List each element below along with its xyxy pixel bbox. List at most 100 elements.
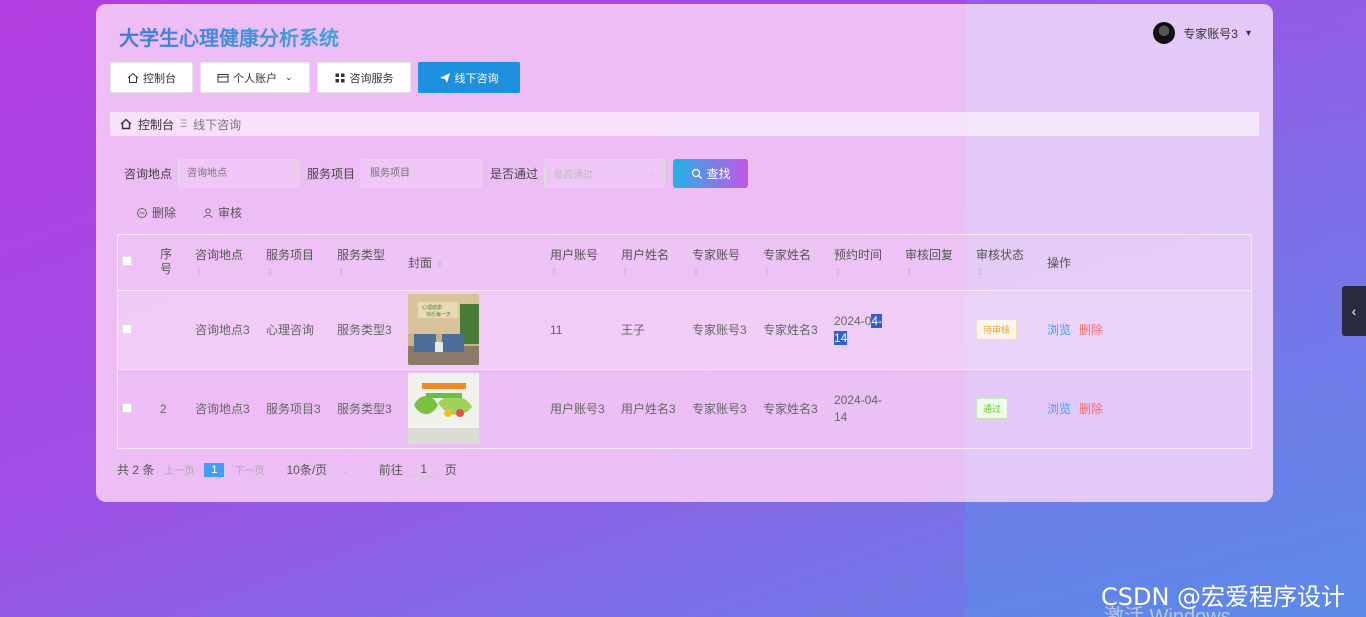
cell-actions: 浏览 删除 bbox=[1043, 290, 1251, 369]
avatar[interactable] bbox=[1153, 22, 1176, 44]
caret-down-icon[interactable]: ▾ bbox=[1246, 28, 1251, 39]
sort-icon[interactable]: ⇕ bbox=[905, 267, 968, 278]
grid-icon bbox=[335, 73, 345, 82]
col-account[interactable]: 用户账号 ⇕ bbox=[546, 235, 617, 290]
nav-consult-label: 咨询服务 bbox=[349, 72, 394, 85]
pass-select-placeholder: 是否通过 bbox=[553, 170, 594, 181]
chevron-down-icon: ⌄ bbox=[341, 466, 349, 476]
col-username-label: 用户姓名 bbox=[621, 248, 670, 263]
breadcrumb-current: 线下咨询 bbox=[193, 117, 242, 132]
row-checkbox[interactable] bbox=[122, 402, 132, 413]
pass-select[interactable]: 是否通过 ⌄ bbox=[544, 159, 666, 188]
delete-link[interactable]: 删除 bbox=[1079, 402, 1103, 416]
cell-time: 2024-04- 14 bbox=[830, 290, 901, 369]
delete-button-label: 删除 bbox=[152, 206, 177, 220]
col-time-label: 预约时间 bbox=[834, 248, 883, 263]
view-link[interactable]: 浏览 bbox=[1047, 323, 1071, 337]
status-badge: 通过 bbox=[976, 398, 1009, 420]
selected-text: 14 bbox=[834, 330, 848, 345]
sort-icon[interactable]: ⇕ bbox=[435, 259, 443, 269]
goto-suffix: 页 bbox=[444, 463, 457, 477]
nav-consult-service[interactable]: 咨询服务 bbox=[316, 62, 411, 93]
user-menu[interactable]: 专家账号3 ▾ bbox=[1153, 22, 1251, 44]
svg-text:心理健康: 心理健康 bbox=[422, 304, 442, 311]
next-page-button[interactable]: 下一页 bbox=[234, 462, 264, 477]
review-button[interactable]: 审核 bbox=[202, 204, 242, 221]
col-cover-label: 封面 bbox=[408, 255, 433, 270]
sidebar-toggle[interactable]: ‹ bbox=[1342, 286, 1366, 336]
csdn-watermark: CSDN @宏爱程序设计 bbox=[1101, 583, 1346, 611]
col-expert-account[interactable]: 专家账号 ⇕ bbox=[688, 235, 759, 290]
minus-circle-icon bbox=[137, 207, 147, 218]
status-badge: 待审核 bbox=[976, 319, 1018, 340]
wallet-icon bbox=[217, 73, 229, 82]
col-service[interactable]: 服务项目 ⇕ bbox=[262, 235, 333, 290]
sort-icon[interactable]: ⇕ bbox=[834, 267, 897, 278]
sort-icon[interactable]: ⇕ bbox=[266, 267, 329, 278]
cell-expert-name: 专家姓名3 bbox=[763, 323, 818, 337]
page-size-select[interactable]: 10条/页 ⌄ bbox=[286, 461, 348, 478]
service-input[interactable] bbox=[361, 159, 483, 188]
view-link[interactable]: 浏览 bbox=[1047, 402, 1071, 416]
table-row[interactable]: 2 咨询地点3 服务项目3 服务类型3 用户账号3 用户姓名3 专家账号3 专家… bbox=[118, 369, 1251, 448]
cell-status: 待审核 bbox=[972, 290, 1043, 369]
cell-account: 11 bbox=[550, 322, 563, 337]
sort-icon[interactable]: ⇕ bbox=[976, 267, 1039, 278]
nav-account-label: 个人账户 bbox=[233, 72, 277, 85]
col-type-label: 服务类型 bbox=[337, 248, 386, 263]
col-location[interactable]: 咨询地点 ⇕ bbox=[191, 235, 262, 290]
sort-icon[interactable]: ⇕ bbox=[195, 267, 258, 278]
cell-location: 咨询地点3 bbox=[195, 323, 250, 337]
sort-icon[interactable]: ⇕ bbox=[763, 267, 826, 278]
row-checkbox[interactable] bbox=[122, 323, 132, 334]
goto-page-input[interactable]: 1 bbox=[408, 462, 439, 477]
col-expert-name[interactable]: 专家姓名 ⇕ bbox=[759, 235, 830, 290]
chevron-down-icon: ⌄ bbox=[647, 168, 657, 179]
cell-type: 服务类型3 bbox=[337, 323, 392, 337]
main-panel: 大学生心理健康分析系统 专家账号3 ▾ 控制台 个人账户 ⌄ 咨询服务 线下咨询… bbox=[96, 4, 1273, 502]
col-index: 序号 bbox=[156, 235, 191, 290]
prev-page-button[interactable]: 上一页 bbox=[164, 462, 194, 477]
search-button-label: 查找 bbox=[706, 167, 731, 181]
location-label: 咨询地点 bbox=[124, 167, 173, 181]
cover-image-wall[interactable] bbox=[408, 373, 479, 445]
delete-button[interactable]: 删除 bbox=[136, 204, 176, 221]
select-all-checkbox[interactable] bbox=[122, 256, 132, 267]
sort-icon[interactable]: ⇕ bbox=[692, 267, 755, 278]
location-input[interactable] bbox=[178, 159, 300, 188]
cover-image-room[interactable]: 心理健康 快乐每一天 bbox=[408, 294, 479, 365]
cell-service: 服务项目3 bbox=[266, 402, 321, 417]
cell-username: 王子 bbox=[621, 323, 646, 337]
goto-label: 前往 bbox=[378, 463, 403, 477]
col-cover[interactable]: 封面 ⇕ bbox=[404, 235, 546, 290]
table-row[interactable]: 咨询地点3 心理咨询 服务类型3 心理健康 快乐每一天 11 王子 专家账号3 … bbox=[118, 290, 1251, 369]
breadcrumb-home[interactable]: 控制台 bbox=[138, 116, 174, 133]
sort-icon[interactable]: ⇕ bbox=[621, 267, 684, 278]
top-nav: 控制台 个人账户 ⌄ 咨询服务 线下咨询 bbox=[110, 62, 520, 93]
time-part: 14 bbox=[834, 409, 848, 424]
delete-link[interactable]: 删除 bbox=[1079, 323, 1103, 337]
col-reply[interactable]: 审核回复 ⇕ bbox=[901, 235, 972, 290]
sort-icon[interactable]: ⇕ bbox=[337, 267, 400, 278]
col-account-label: 用户账号 bbox=[550, 248, 599, 263]
col-time[interactable]: 预约时间 ⇕ bbox=[830, 235, 901, 290]
cell-reply bbox=[901, 369, 972, 448]
cell-username: 用户姓名3 bbox=[621, 402, 676, 417]
cell-cover bbox=[404, 369, 546, 448]
search-button[interactable]: 查找 bbox=[673, 159, 749, 188]
sort-icon[interactable]: ⇕ bbox=[550, 267, 613, 278]
user-name[interactable]: 专家账号3 bbox=[1183, 25, 1238, 42]
nav-account[interactable]: 个人账户 ⌄ bbox=[200, 62, 310, 93]
search-icon bbox=[691, 168, 702, 179]
cell-reply bbox=[901, 290, 972, 369]
page-1-button[interactable]: 1 bbox=[204, 462, 225, 477]
cell-type: 服务类型3 bbox=[337, 402, 392, 417]
col-username[interactable]: 用户姓名 ⇕ bbox=[617, 235, 688, 290]
nav-dashboard[interactable]: 控制台 bbox=[110, 62, 193, 93]
col-status[interactable]: 审核状态 ⇕ bbox=[972, 235, 1043, 290]
nav-offline-consult[interactable]: 线下咨询 bbox=[417, 62, 520, 93]
col-type[interactable]: 服务类型 ⇕ bbox=[333, 235, 404, 290]
table-header-row: 序号 咨询地点 ⇕ 服务项目 ⇕ 服务类型 ⇕ 封面 ⇕ 用户账号 ⇕ 用户姓名 ⇕ 专家… bbox=[118, 235, 1251, 290]
col-reply-label: 审核回复 bbox=[905, 248, 954, 263]
nav-offline-label: 线下咨询 bbox=[454, 72, 499, 85]
